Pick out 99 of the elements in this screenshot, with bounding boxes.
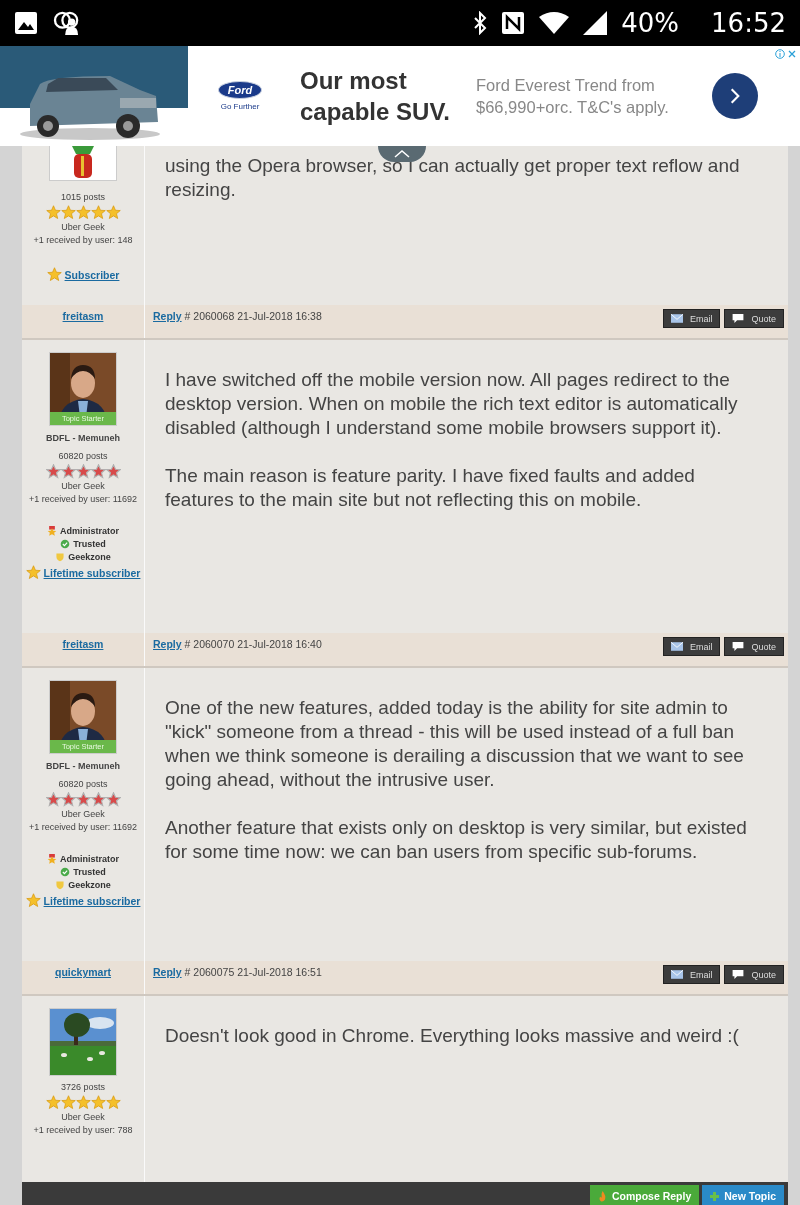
badge-link[interactable]: Lifetime subscriber (43, 566, 141, 579)
badge-label: Administrator (60, 526, 119, 536)
post-meta: # 2060075 21-Jul-2018 16:51 (184, 966, 322, 978)
received-count: +1 received by user: 148 (33, 234, 133, 247)
post-meta: # 2060070 21-Jul-2018 16:40 (184, 638, 322, 650)
star-icon (45, 1095, 61, 1110)
envelope-icon (670, 314, 683, 323)
star-icon (25, 893, 41, 908)
badge-label: Trusted (73, 867, 106, 877)
plus-icon (710, 1190, 720, 1202)
brand-tagline: Go Further (220, 102, 260, 111)
check-icon (60, 539, 71, 549)
email-button[interactable]: Email (662, 309, 721, 328)
author-link[interactable]: freitasm (62, 310, 104, 338)
star-icon (75, 1095, 91, 1110)
next-button[interactable] (712, 73, 758, 119)
user-rank: Uber Geek (61, 1111, 105, 1124)
post-count: 1015 posts (60, 191, 105, 204)
star-icon (45, 464, 61, 479)
email-button[interactable]: Email (662, 965, 721, 984)
user-title: BDFL - Memuneh (46, 760, 120, 773)
received-count: +1 received by user: 11692 (28, 493, 138, 506)
ad-description: Ford Everest Trend from $66,990+orc. T&C's apply. (476, 75, 670, 118)
speech-bubble-icon (732, 970, 745, 979)
shield-icon (55, 880, 66, 890)
reply-link[interactable]: Reply (153, 966, 182, 978)
reply-link[interactable]: Reply (153, 310, 182, 322)
clock: 16:52 (711, 8, 786, 38)
ad-headline: Our most capable SUV. (300, 66, 451, 127)
signal-icon (583, 11, 608, 35)
author-link[interactable]: freitasm (62, 638, 104, 666)
medal-icon (47, 526, 57, 536)
post-count: 60820 posts (58, 778, 108, 791)
post-text: I have switched off the mobile version now. All pages redirect to the desktop version. When on mobile the rich text editor is automatically disabled (although I understand some mobile browsers support it). (165, 368, 739, 440)
user-rank: Uber Geek (61, 221, 105, 234)
shield-icon (55, 552, 66, 562)
post-text: The main reason is feature parity. I have fixed faults and added features to the main site but not reflecting this on mobile. (165, 464, 696, 512)
envelope-icon (670, 970, 683, 979)
badge-label: Geekzone (68, 880, 111, 890)
post-text: Another feature that exists only on desktop is very similar, but existed for some time now: we can ban users from specific sub-forums. (165, 816, 748, 864)
user-rank: Uber Geek (61, 808, 105, 821)
collapse-tab[interactable] (378, 146, 426, 162)
received-count: +1 received by user: 11692 (28, 821, 138, 834)
post-count: 3726 posts (60, 1081, 105, 1094)
bluetooth-icon (473, 11, 488, 35)
post-count: 60820 posts (58, 450, 108, 463)
star-icon (75, 205, 91, 220)
new-topic-button[interactable]: New Topic (702, 1185, 784, 1205)
post-text: One of the new features, added today is the ability for site admin to "kick" someone from a thread - this will be used instead of a full ban when we think someone is derailing a discussion that we want to see going ahead, without the intrusive user. (165, 696, 745, 792)
badge-link[interactable]: Subscriber (64, 268, 120, 281)
reply-link[interactable]: Reply (153, 638, 182, 650)
quote-button[interactable]: Quote (724, 309, 784, 328)
close-icon[interactable] (787, 49, 797, 59)
chevron-up-icon (394, 150, 410, 158)
star-icon (75, 464, 91, 479)
user-title: BDFL - Memuneh (46, 432, 120, 445)
wifi-icon (539, 11, 570, 35)
post-meta: # 2060068 21-Jul-2018 16:38 (184, 310, 322, 322)
star-icon (105, 464, 121, 479)
compose-reply-button[interactable]: Compose Reply (589, 1185, 700, 1205)
star-icon (105, 1095, 121, 1110)
star-icon (90, 792, 106, 807)
badge-link[interactable]: Lifetime subscriber (43, 894, 141, 907)
brand-logo: Ford (217, 81, 263, 99)
star-icon (90, 1095, 106, 1110)
email-button[interactable]: Email (662, 637, 721, 656)
star-icon (60, 205, 76, 220)
nfc-icon (501, 11, 526, 35)
star-icon (25, 565, 41, 580)
star-icon (105, 792, 121, 807)
quote-button[interactable]: Quote (724, 965, 784, 984)
quote-button[interactable]: Quote (724, 637, 784, 656)
speech-bubble-icon (732, 314, 745, 323)
star-icon (105, 205, 121, 220)
user-rank: Uber Geek (61, 480, 105, 493)
flame-icon (597, 1190, 607, 1202)
medal-icon (47, 854, 57, 864)
badge-label: Geekzone (68, 552, 111, 562)
star-icon (60, 464, 76, 479)
envelope-icon (670, 642, 683, 651)
star-icon (90, 205, 106, 220)
star-icon (45, 792, 61, 807)
gallery-icon (14, 11, 38, 35)
badge-label: Administrator (60, 854, 119, 864)
speech-bubble-icon (732, 642, 745, 651)
star-icon (90, 464, 106, 479)
post-text: Doesn't look good in Chrome. Everything looks massive and weird :( (165, 1024, 740, 1048)
chevron-right-icon (730, 87, 740, 105)
battery-level: 40% (621, 8, 680, 38)
star-icon (60, 792, 76, 807)
star-icon (75, 792, 91, 807)
badge-label: Trusted (73, 539, 106, 549)
author-link[interactable]: quickymart (55, 966, 111, 994)
received-count: +1 received by user: 788 (33, 1124, 133, 1137)
star-icon (60, 1095, 76, 1110)
star-icon (46, 267, 62, 282)
star-icon (45, 205, 61, 220)
info-icon[interactable] (775, 49, 785, 59)
check-icon (60, 867, 71, 877)
